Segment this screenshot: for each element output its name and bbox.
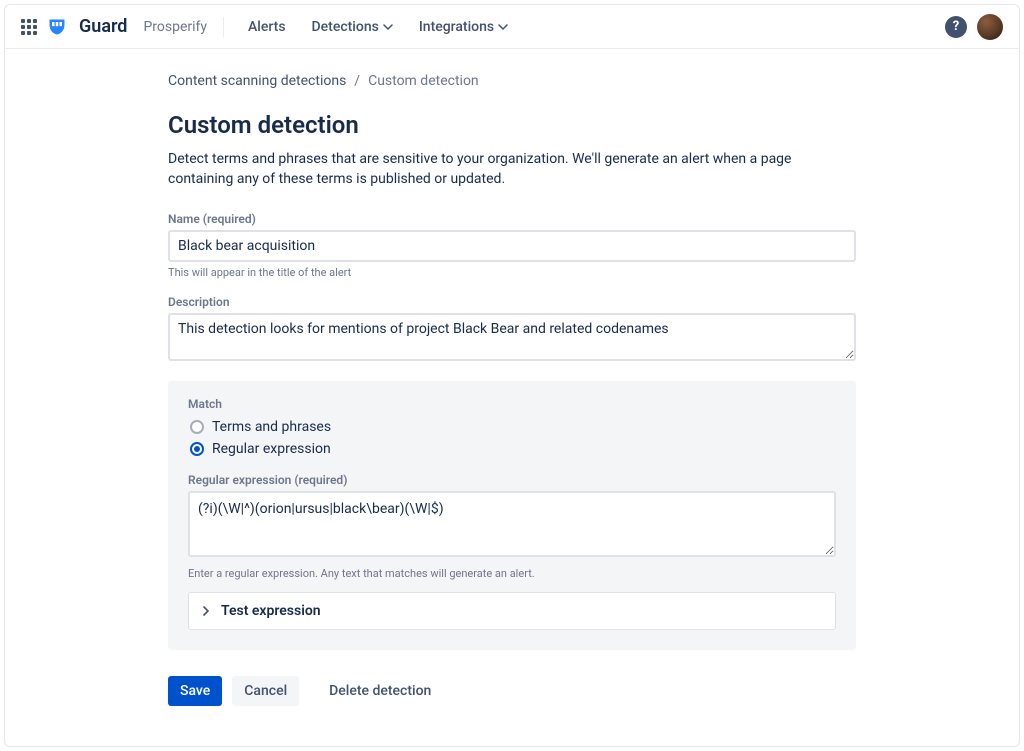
breadcrumb-parent[interactable]: Content scanning detections: [168, 73, 346, 89]
radio-icon: [190, 442, 204, 456]
radio-label: Regular expression: [212, 441, 331, 457]
match-radio-group: Terms and phrases Regular expression: [190, 415, 836, 459]
nav-separator: [223, 17, 224, 37]
nav-label: Alerts: [248, 19, 286, 35]
name-help-text: This will appear in the title of the ale…: [168, 266, 856, 279]
description-field: Description This detection looks for men…: [168, 295, 856, 365]
regex-help-text: Enter a regular expression. Any text tha…: [188, 567, 836, 580]
description-input[interactable]: This detection looks for mentions of pro…: [168, 313, 856, 361]
page-title: Custom detection: [168, 111, 856, 139]
description-label: Description: [168, 295, 856, 309]
page-subtitle: Detect terms and phrases that are sensit…: [168, 149, 856, 190]
nav-alerts[interactable]: Alerts: [240, 13, 294, 41]
name-input[interactable]: [168, 230, 856, 262]
avatar[interactable]: [977, 14, 1003, 40]
regex-label: Regular expression (required): [188, 473, 836, 487]
name-field: Name (required) This will appear in the …: [168, 212, 856, 279]
product-name: Guard: [79, 16, 127, 37]
breadcrumb-current: Custom detection: [368, 73, 479, 89]
chevron-down-icon: [498, 22, 508, 32]
radio-regex[interactable]: Regular expression: [190, 437, 836, 459]
name-label: Name (required): [168, 212, 856, 226]
breadcrumb: Content scanning detections / Custom det…: [168, 73, 856, 89]
regex-input[interactable]: (?i)(\W|^)(orion|ursus|black\bear)(\W|$): [188, 491, 836, 557]
match-panel: Match Terms and phrases Regular expressi…: [168, 381, 856, 650]
nav-detections[interactable]: Detections: [304, 13, 401, 41]
test-expression-toggle[interactable]: Test expression: [188, 592, 836, 630]
main-content: Content scanning detections / Custom det…: [152, 49, 872, 746]
chevron-right-icon: [201, 606, 211, 616]
radio-terms[interactable]: Terms and phrases: [190, 415, 836, 437]
nav-label: Integrations: [419, 19, 494, 35]
help-icon[interactable]: ?: [945, 16, 967, 38]
top-nav: Guard Prosperify Alerts Detections Integ…: [5, 5, 1019, 49]
nav-label: Detections: [312, 19, 379, 35]
guard-logo-icon: [47, 17, 67, 37]
match-heading: Match: [188, 397, 836, 411]
radio-icon: [190, 420, 204, 434]
chevron-down-icon: [383, 22, 393, 32]
org-name: Prosperify: [143, 19, 207, 35]
radio-label: Terms and phrases: [212, 419, 331, 435]
save-button[interactable]: Save: [168, 676, 222, 706]
breadcrumb-separator: /: [354, 73, 360, 89]
action-buttons: Save Cancel Delete detection: [168, 676, 856, 706]
nav-integrations[interactable]: Integrations: [411, 13, 516, 41]
test-expression-label: Test expression: [221, 603, 321, 619]
delete-detection-button[interactable]: Delete detection: [317, 676, 443, 706]
cancel-button[interactable]: Cancel: [232, 676, 299, 706]
app-switcher-icon[interactable]: [21, 19, 37, 35]
